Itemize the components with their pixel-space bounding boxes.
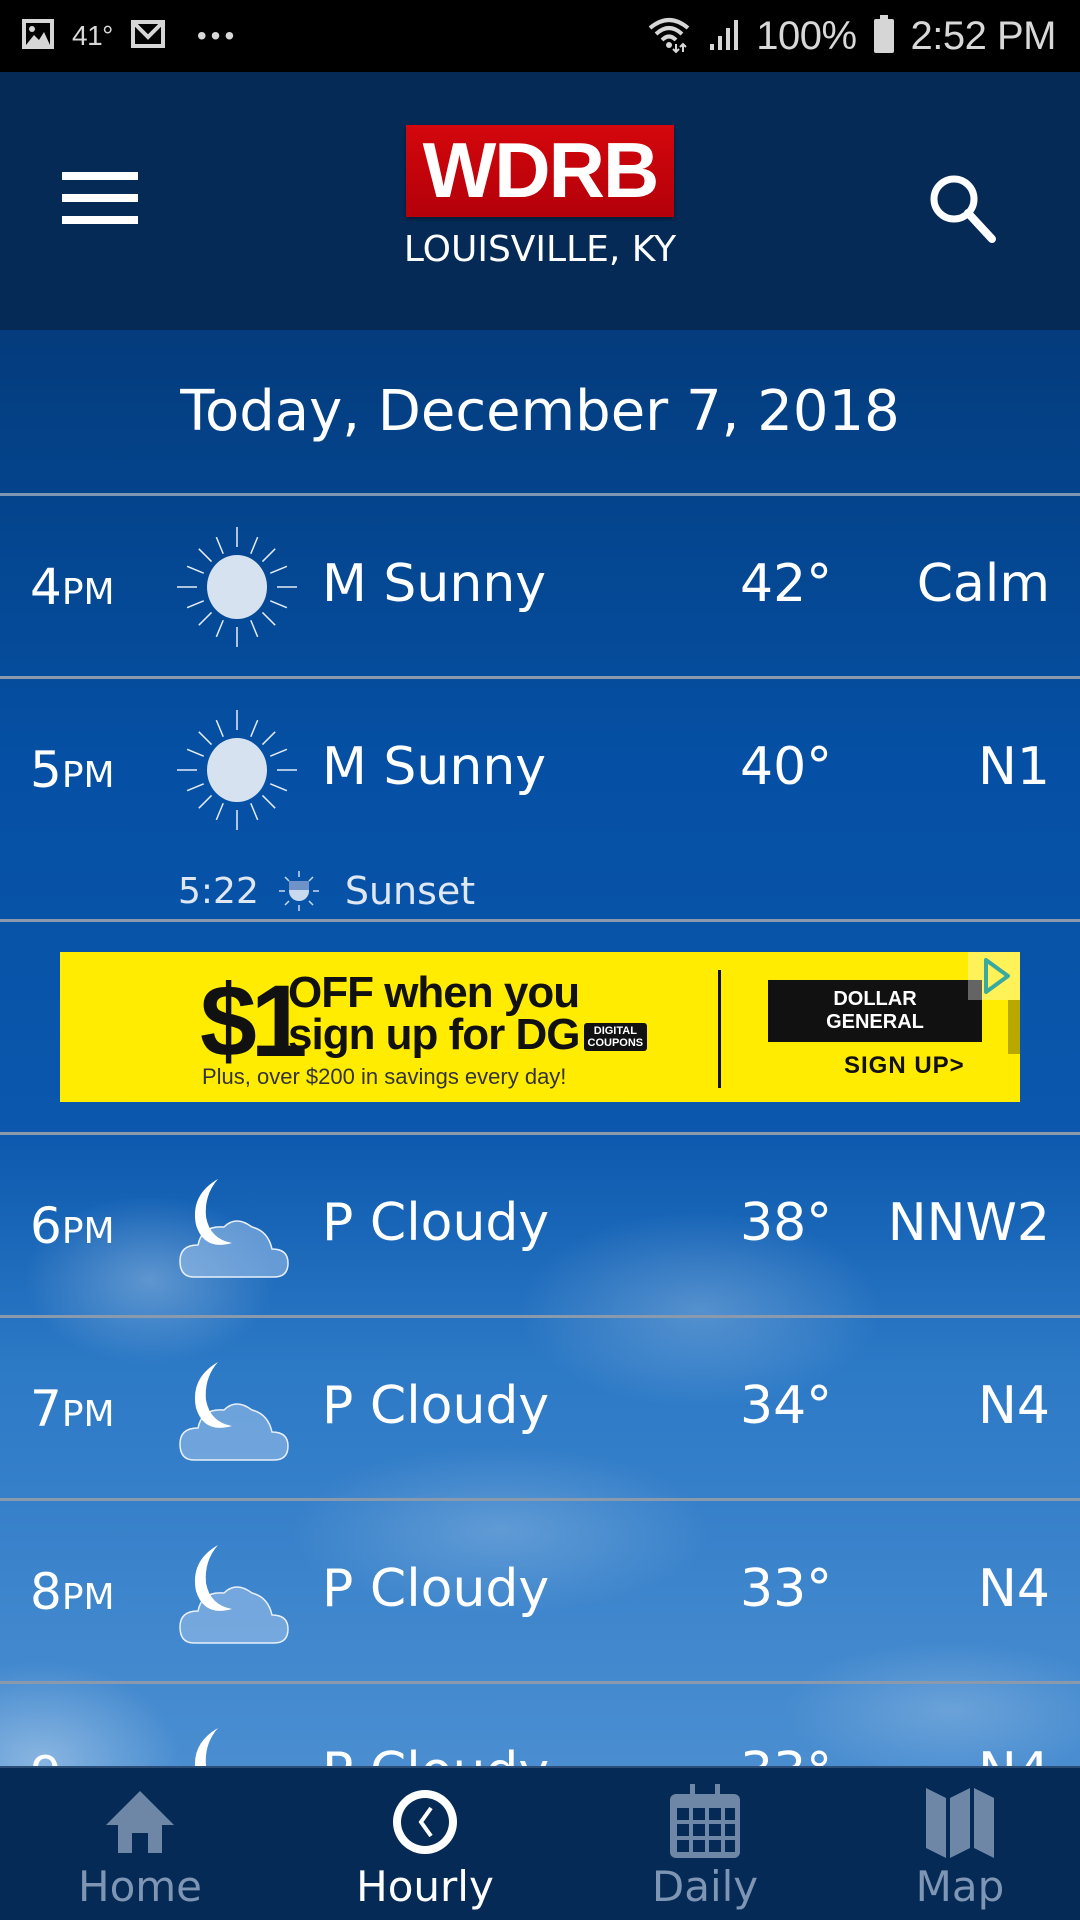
ad-divider xyxy=(718,970,721,1088)
status-time: 2:52 PM xyxy=(910,13,1057,58)
nav-home[interactable]: Home xyxy=(0,1768,280,1920)
sunset-time: 5:22 xyxy=(178,870,259,912)
hour-time: 4PM xyxy=(30,558,115,616)
signal-icon xyxy=(708,16,740,56)
hour-time: 9PM xyxy=(30,1746,115,1766)
hour-row[interactable]: 5PM M Sunny 40° N1 5:22 Sunset xyxy=(0,679,1080,922)
hour-row[interactable]: 9PM P Cloudy 33° N4 xyxy=(0,1684,1080,1766)
battery-icon xyxy=(873,14,895,58)
partly-cloudy-night-icon xyxy=(179,1179,289,1278)
ad-banner[interactable]: $1 OFF when you sign up for DG DIGITAL COU… xyxy=(60,952,1020,1102)
hour-temperature: 42° xyxy=(740,554,833,614)
ad-side-tab xyxy=(1008,1000,1020,1054)
hour-time: 5PM xyxy=(30,741,115,799)
clock-icon xyxy=(385,1784,465,1860)
hour-condition: P Cloudy xyxy=(322,1376,550,1436)
hour-temperature: 33° xyxy=(740,1559,833,1619)
adchoices-button[interactable] xyxy=(968,952,1020,1000)
sunny-icon xyxy=(177,710,297,830)
hour-temperature: 34° xyxy=(740,1376,833,1436)
battery-percentage: 100% xyxy=(756,13,857,58)
hour-wind: NNW2 xyxy=(887,1193,1050,1253)
hour-temperature: 40° xyxy=(740,737,833,797)
hour-condition: P Cloudy xyxy=(322,1193,550,1253)
brand-block: WDRB LOUISVILLE, KY xyxy=(403,124,677,270)
ad-brand-logo: DOLLAR GENERAL xyxy=(768,980,982,1042)
status-bar-right: 100% 2:52 PM xyxy=(646,13,1057,59)
location-label: LOUISVILLE, KY xyxy=(403,228,677,270)
nav-label: Home xyxy=(77,1862,203,1911)
search-button[interactable] xyxy=(922,167,1002,247)
home-icon xyxy=(100,1784,180,1860)
status-temperature: 41° xyxy=(72,20,113,51)
ad-row: $1 OFF when you sign up for DG DIGITAL COU… xyxy=(0,922,1080,1135)
nav-label: Hourly xyxy=(356,1862,494,1911)
calendar-icon xyxy=(665,1784,745,1860)
ad-coupon-badge: DIGITAL COUPONS xyxy=(583,1023,648,1052)
status-bar: 41° ••• 100% 2:52 PM xyxy=(0,0,1080,72)
hour-wind: N4 xyxy=(978,1559,1050,1619)
hour-wind: N4 xyxy=(978,1376,1050,1436)
hour-time: 8PM xyxy=(30,1563,115,1621)
hour-row[interactable]: 6PM P Cloudy 38° NNW2 xyxy=(0,1135,1080,1318)
sunset-label: Sunset xyxy=(344,869,476,913)
partly-cloudy-night-icon xyxy=(179,1545,289,1644)
hamburger-icon xyxy=(62,172,138,180)
partly-cloudy-night-icon xyxy=(179,1362,289,1461)
partly-cloudy-night-icon xyxy=(195,1728,218,1766)
nav-hourly[interactable]: Hourly xyxy=(280,1768,570,1920)
nav-label: Daily xyxy=(651,1862,759,1911)
more-notifications-indicator: ••• xyxy=(196,20,239,51)
ad-subtext: Plus, over $200 in savings every day! xyxy=(202,1064,567,1089)
hour-condition: P Cloudy xyxy=(322,1742,549,1766)
hourly-forecast-list[interactable]: Today, December 7, 2018 4PM M Sunny 42° … xyxy=(0,330,1080,1766)
status-bar-left: 41° ••• xyxy=(20,16,238,56)
hour-row[interactable]: 7PM P Cloudy 34° N4 xyxy=(0,1318,1080,1501)
ad-headline-2: sign up for DG DIGITAL COUPONS xyxy=(288,1010,648,1060)
sunny-icon xyxy=(177,527,297,647)
hour-temperature: 33° xyxy=(740,1742,832,1766)
sunset-icon xyxy=(278,871,319,911)
hour-time: 6PM xyxy=(30,1197,115,1255)
nav-label: Map xyxy=(915,1862,1005,1911)
hour-wind: N4 xyxy=(978,1742,1050,1766)
adchoices-icon xyxy=(984,958,1010,994)
ad-big-text: $1 xyxy=(200,964,307,1078)
hour-time: 7PM xyxy=(30,1380,115,1438)
station-logo[interactable]: WDRB xyxy=(405,124,674,217)
date-heading: Today, December 7, 2018 xyxy=(0,330,1080,496)
hour-temperature: 38° xyxy=(740,1193,833,1253)
ad-signup-button[interactable]: SIGN UP> xyxy=(844,1052,965,1080)
search-icon xyxy=(930,175,996,243)
hamburger-icon-line xyxy=(62,216,138,224)
hour-wind: Calm xyxy=(916,554,1050,614)
nav-daily[interactable]: Daily xyxy=(570,1768,840,1920)
gmail-icon xyxy=(129,17,167,55)
wifi-icon xyxy=(646,14,692,58)
hour-condition: M Sunny xyxy=(322,554,547,614)
nav-map[interactable]: Map xyxy=(840,1768,1080,1920)
bottom-navigation: Home Hourly Daily Map xyxy=(0,1766,1080,1920)
hour-row[interactable]: 4PM M Sunny 42° Calm xyxy=(0,496,1080,679)
hamburger-icon-line xyxy=(62,194,138,202)
logo-text: WDRB xyxy=(422,126,660,214)
hour-condition: P Cloudy xyxy=(322,1559,550,1619)
map-icon xyxy=(920,1784,1000,1860)
hour-wind: N1 xyxy=(978,737,1050,797)
hour-condition: M Sunny xyxy=(322,737,547,797)
sunset-event: 5:22 Sunset xyxy=(178,869,475,913)
menu-button[interactable] xyxy=(62,172,138,224)
app-header: WDRB LOUISVILLE, KY xyxy=(0,72,1080,330)
gallery-icon xyxy=(20,16,56,56)
hour-row[interactable]: 8PM P Cloudy 33° N4 xyxy=(0,1501,1080,1684)
